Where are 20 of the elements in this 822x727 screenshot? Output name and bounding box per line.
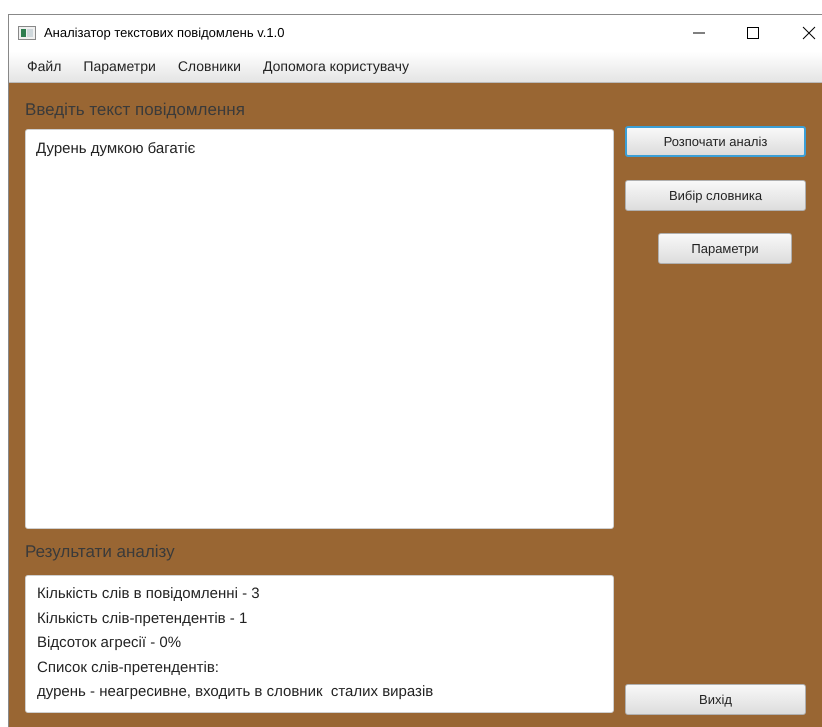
input-label: Введіть текст повідомлення <box>25 99 246 121</box>
exit-button[interactable]: Вихід <box>625 684 806 715</box>
menu-item[interactable]: Словники <box>178 56 241 77</box>
action-button[interactable]: Параметри <box>658 233 792 264</box>
window-title: Аналізатор текстових повідомлень v.1.0 <box>44 24 284 42</box>
result-line: дурень - неагресивне, входить в словник сталих виразів <box>37 682 434 702</box>
close-icon[interactable] <box>802 26 816 40</box>
result-line: Кількість слів-претендентів - 1 <box>37 608 248 628</box>
action-button[interactable]: Вибір словника <box>625 180 806 211</box>
app-icon <box>18 26 36 40</box>
result-line: Список слів-претендентів: <box>37 658 220 678</box>
menu-item[interactable]: Параметри <box>83 56 156 77</box>
menu-item[interactable]: Файл <box>27 56 62 77</box>
results-label: Результати аналізу <box>25 541 176 563</box>
menu-item[interactable]: Допомога користувачу <box>262 56 409 77</box>
result-line: Кількість слів в повідомленні - 3 <box>37 584 261 604</box>
result-line: Відсоток агресії - 0% <box>37 633 182 653</box>
maximize-icon[interactable] <box>746 26 760 40</box>
action-button[interactable]: Розпочати аналіз <box>625 126 806 157</box>
message-input-field[interactable]: Дурень думкою багатіє <box>25 129 614 529</box>
